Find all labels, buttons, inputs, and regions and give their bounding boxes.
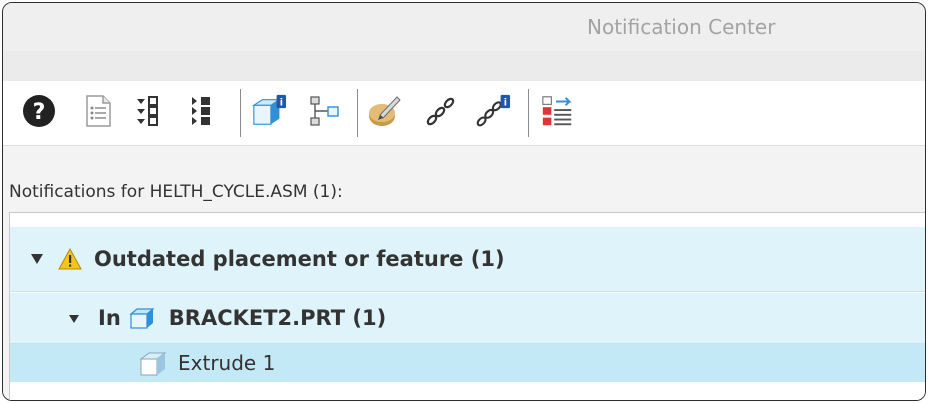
expand-all-button[interactable] xyxy=(131,91,167,131)
document-list-button[interactable] xyxy=(80,91,116,131)
model-info-button[interactable]: i xyxy=(251,91,287,131)
svg-text:?: ? xyxy=(33,100,46,125)
window-title: Notification Center xyxy=(587,15,776,39)
reference-info-icon: i xyxy=(476,94,511,127)
notifications-header: Notifications for HELTH_CYCLE.ASM (1): xyxy=(9,182,343,202)
model-info-icon: i xyxy=(251,94,287,125)
notification-group-row[interactable]: Outdated placement or feature (1) xyxy=(10,227,925,292)
reference-info-button[interactable]: i xyxy=(475,91,511,131)
help-icon: ? xyxy=(23,95,55,127)
update-notifications-icon xyxy=(542,96,572,126)
toolbar-separator xyxy=(528,89,529,137)
document-list-icon xyxy=(86,95,111,127)
title-band xyxy=(3,51,925,81)
svg-text:i: i xyxy=(280,97,283,108)
toolbar: ? i i xyxy=(3,81,925,146)
edit-definition-icon xyxy=(369,96,401,126)
model-tree-icon xyxy=(310,96,339,126)
reference-links-icon xyxy=(426,97,455,126)
update-notifications-button[interactable] xyxy=(540,91,576,131)
help-button[interactable]: ? xyxy=(21,91,57,131)
notification-subgroup-row[interactable]: In BRACKET2.PRT (1) xyxy=(10,293,925,344)
notifications-panel: Notifications for HELTH_CYCLE.ASM (1): O… xyxy=(3,146,925,400)
reference-links-button[interactable] xyxy=(423,91,459,131)
toolbar-separator xyxy=(357,89,358,137)
expand-caret-icon[interactable] xyxy=(68,309,80,328)
edit-definition-button[interactable] xyxy=(366,91,402,131)
notification-group-label: Outdated placement or feature (1) xyxy=(94,247,505,271)
extrude-feature-icon xyxy=(138,349,168,377)
expand-caret-icon[interactable] xyxy=(30,250,44,269)
warning-icon xyxy=(58,247,82,270)
subgroup-label: BRACKET2.PRT (1) xyxy=(168,306,387,330)
svg-text:i: i xyxy=(504,97,507,108)
title-bar: Notification Center xyxy=(3,3,925,51)
feature-row[interactable]: Extrude 1 xyxy=(10,344,925,382)
feature-label: Extrude 1 xyxy=(178,351,276,375)
collapse-all-icon xyxy=(192,97,210,125)
subgroup-prefix: In xyxy=(98,306,121,330)
model-tree-button[interactable] xyxy=(307,91,343,131)
notifications-tree: Outdated placement or feature (1) In BRA… xyxy=(9,212,925,400)
toolbar-separator xyxy=(240,89,241,137)
notification-center-window: Notification Center ? i i Notifications … xyxy=(2,2,926,401)
expand-all-icon xyxy=(137,96,158,126)
collapse-all-button[interactable] xyxy=(185,91,221,131)
part-icon xyxy=(129,306,155,330)
